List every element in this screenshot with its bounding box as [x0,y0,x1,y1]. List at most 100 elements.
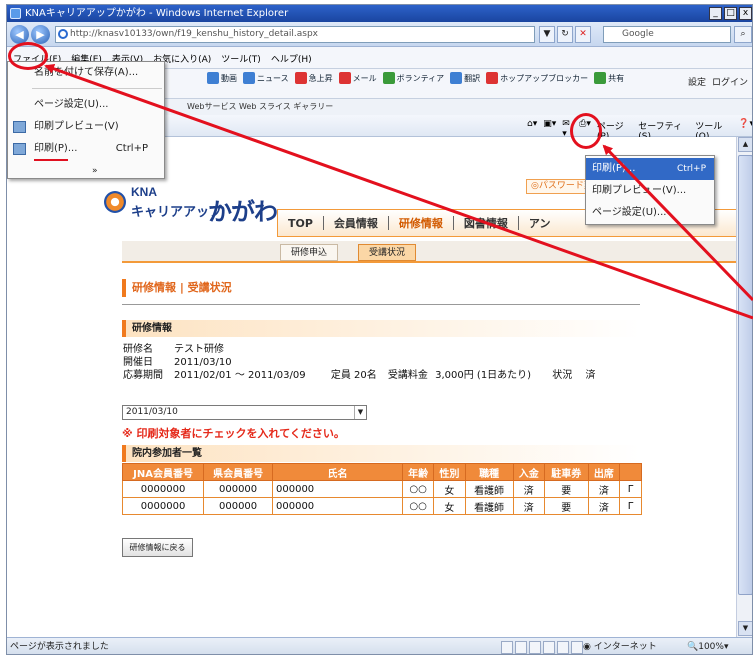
tab-attendance-status[interactable]: 受講状況 [358,244,416,261]
cell-attendance: 済 [587,497,621,515]
zoom-value: 100% [698,642,724,652]
cell-gender: 女 [433,497,466,515]
print-preview-icon [13,121,26,133]
portal-tool-news[interactable]: ニュース [243,72,289,84]
tab-training-apply[interactable]: 研修申込 [280,244,338,261]
info-capacity: 定員 20名 [330,370,377,381]
cell-pref-number: 000000 [203,497,273,515]
annotation-circle-file-menu [8,42,48,70]
cell-age: ○○ [401,480,435,498]
trending-icon [294,72,307,84]
portal-tool-volunteer[interactable]: ボランティア [382,72,445,84]
cell-payment: 済 [512,480,545,498]
chevron-down-icon: ▼ [354,406,366,419]
chevron-down-icon[interactable]: » [92,166,98,176]
file-menu-print-shortcut: Ctrl+P [115,143,148,154]
info-fee-label: 受講料金 [387,370,428,381]
portal-tool-popup-blocker[interactable]: ホップアップブロッカー [486,72,588,84]
forward-arrow-icon[interactable]: ▶ [31,25,50,44]
portal-tool-trending[interactable]: 急上昇 [294,72,333,84]
col-name: 氏名 [272,463,403,481]
search-engine-label: Google [622,29,654,39]
file-menu-print[interactable]: 印刷(P)... Ctrl+P [8,140,164,158]
login-button[interactable]: ログイン [712,75,748,88]
print-underline [34,159,68,161]
window-controls: _ □ x [709,7,752,20]
menu-tools[interactable]: ツール(T) [219,51,263,66]
print-menu-page-setup[interactable]: ページ設定(U)... [586,202,714,224]
table-header-row: JNA会員番号 県会員番号 氏名 年齢 性別 職種 入金 駐車券 出席 [121,463,642,481]
vertical-scrollbar[interactable]: ▲ ▼ [736,137,752,637]
settings-button[interactable]: 設定 [688,75,706,88]
refresh-icon[interactable]: ↻ [557,26,573,43]
print-menu-print[interactable]: 印刷(P)... Ctrl+P [586,158,714,180]
minimize-button[interactable]: _ [709,7,722,20]
nav-member-info[interactable]: 会員情報 [324,215,388,231]
portal-tool-translate[interactable]: 翻訳 [450,72,480,84]
share-icon [594,72,607,84]
browser-window: KNAキャリアアップかがわ - Windows Internet Explore… [6,4,753,655]
section-participants: 院内参加者一覧 [122,445,640,462]
mail-icon [338,72,351,84]
kna-logo-icon [104,191,126,213]
status-cell [529,641,541,654]
file-menu-print-preview[interactable]: 印刷プレビュー(V) [8,118,164,136]
portal-tool-share[interactable]: 共有 [594,72,624,84]
window-title: KNAキャリアアップかがわ - Windows Internet Explore… [25,8,289,19]
favorites-links[interactable]: Webサービス Web スライス ギャラリー [187,102,333,111]
url-text: http://knasv10133/own/f19_kenshu_history… [70,29,318,39]
status-cells [501,641,583,654]
scroll-thumb[interactable] [738,155,752,595]
video-icon [207,72,219,84]
cell-pref-number: 000000 [203,480,273,498]
portal-tool-video[interactable]: 動画 [207,72,237,84]
cell-age: ○○ [401,497,435,515]
print-checkbox[interactable]: Γ [619,480,642,498]
participants-table: JNA会員番号 県会員番号 氏名 年齢 性別 職種 入金 駐車券 出席 0000… [121,463,642,515]
volunteer-icon [382,72,395,84]
back-to-training-button[interactable]: 研修情報に戻る [122,538,193,557]
col-age: 年齢 [401,463,435,481]
file-menu-page-setup[interactable]: ページ設定(U)... [8,96,164,114]
dropdown-icon[interactable]: ▼ [539,26,555,43]
nav-survey[interactable]: アン [519,215,561,231]
file-menu-print-preview-label: 印刷プレビュー(V) [34,121,119,132]
page-title: 研修情報 | 受講状況 [122,279,640,297]
menu-help[interactable]: ヘルプ(H) [269,51,314,66]
warning-text: ※ 印刷対象者にチェックを入れてください。 [122,427,345,440]
portal-tool-mail[interactable]: メール [338,72,377,84]
zoom-level[interactable]: 🔍100%▾ [687,638,728,654]
news-icon [243,72,255,84]
status-cell [557,641,569,654]
search-input[interactable]: Google [603,26,731,43]
col-jna-number: JNA会員番号 [121,463,205,481]
scroll-up-icon[interactable]: ▲ [738,137,752,152]
portal-tool-label: ボランティア [396,73,445,83]
print-menu-preview[interactable]: 印刷プレビュー(V)... [586,180,714,202]
nav-training-info[interactable]: 研修情報 [389,215,453,231]
table-row: 0000000 000000 000000 ○○ 女 看護師 済 要 済 Γ [121,497,642,515]
status-cell [501,641,513,654]
stop-icon[interactable]: ✕ [575,26,591,43]
portal-tool-label: ニュース [257,73,289,83]
url-input[interactable]: http://knasv10133/own/f19_kenshu_history… [55,26,535,43]
portal-tool-label: ホップアップブロッカー [500,73,589,83]
cell-gender: 女 [433,480,466,498]
security-zone-label: インターネット [593,642,657,652]
cell-jna-number: 0000000 [121,497,205,515]
popup-blocker-icon [486,72,499,84]
close-button[interactable]: x [739,7,752,20]
nav-top[interactable]: TOP [278,217,323,230]
col-attendance: 出席 [587,463,621,481]
search-icon[interactable]: ⌕ [734,26,752,43]
nav-library-info[interactable]: 図書情報 [454,215,518,231]
print-checkbox[interactable]: Γ [619,497,642,515]
info-fee-value: 3,000円 (1日あたり) [435,370,532,381]
info-status-value: 済 [585,370,596,381]
maximize-button[interactable]: □ [724,7,737,20]
date-select[interactable]: 2011/03/10 ▼ [122,405,367,420]
portal-tool-label: 共有 [608,73,625,83]
address-tools: ▼ ↻ ✕ [539,26,591,43]
cell-parking: 要 [543,497,589,515]
scroll-down-icon[interactable]: ▼ [738,621,752,636]
